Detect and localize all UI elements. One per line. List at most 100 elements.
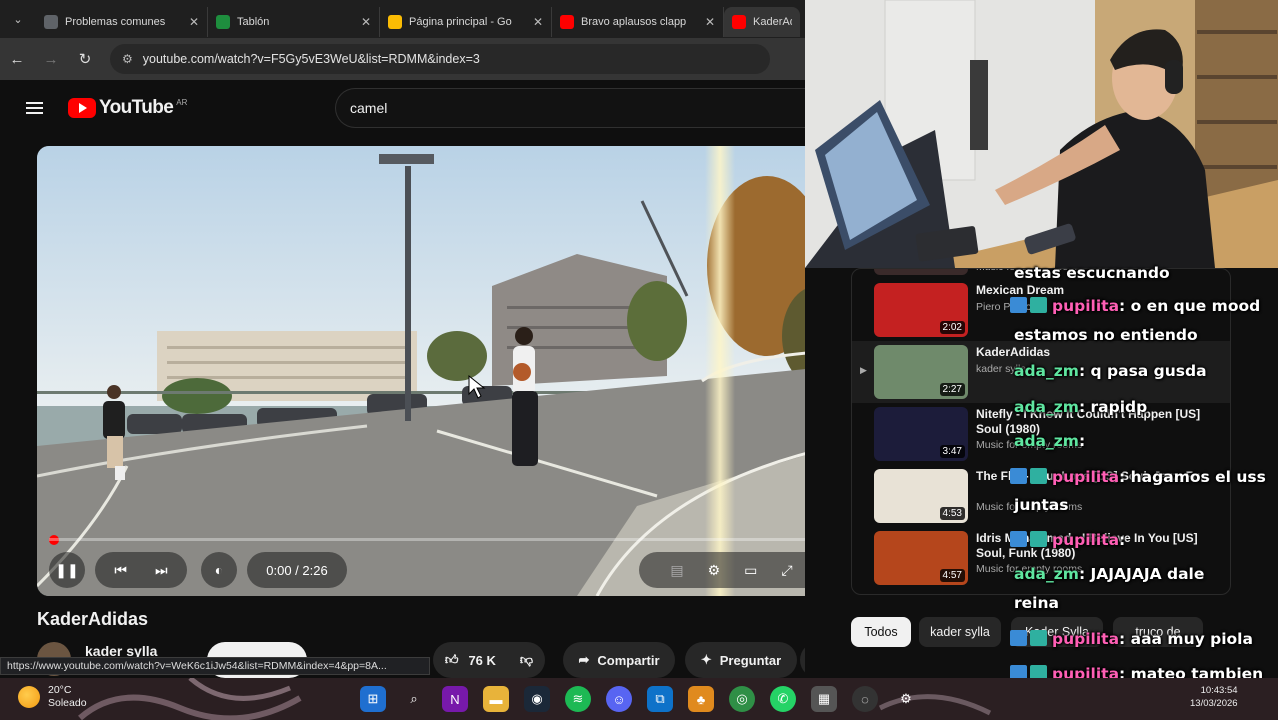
video-player[interactable]: ❚❚ ⏮ ⏭ ◐ 0:00 / 2:26 ▤ ⚙ ▭ ⤢ bbox=[37, 146, 836, 596]
sparkle-icon: ✦ bbox=[700, 652, 712, 667]
obs-icon[interactable]: ▦ bbox=[811, 686, 837, 712]
temperature: 20°C bbox=[48, 684, 72, 696]
favicon-icon bbox=[732, 15, 746, 29]
search-icon[interactable]: ⌕ bbox=[401, 686, 427, 712]
tab-title: Problemas comunes bbox=[65, 16, 166, 28]
steam-icon[interactable]: ◉ bbox=[524, 686, 550, 712]
site-info-icon[interactable]: ⚙ bbox=[122, 52, 133, 66]
browser-tab[interactable]: Página principal - Go ✕ bbox=[380, 7, 552, 37]
address-bar[interactable]: ⚙ youtube.com/watch?v=F5Gy5vE3WeU&list=R… bbox=[110, 44, 770, 74]
whatsapp-icon[interactable]: ✆ bbox=[770, 686, 796, 712]
theater-mode-icon[interactable]: ▭ bbox=[744, 562, 757, 579]
url-text: youtube.com/watch?v=F5Gy5vE3WeU&list=RDM… bbox=[142, 52, 480, 66]
time-display: 0:00 / 2:26 bbox=[247, 552, 347, 588]
file-explorer-icon[interactable]: ▬ bbox=[483, 686, 509, 712]
youtube-logo[interactable]: YouTube AR bbox=[68, 97, 187, 119]
webcam-frame bbox=[805, 0, 1278, 268]
volume-button[interactable]: ◐ bbox=[201, 552, 237, 588]
windows-start-icon[interactable]: ⊞ bbox=[360, 686, 386, 712]
like-count: 76 K bbox=[468, 652, 496, 668]
spotify-icon[interactable]: ≋ bbox=[565, 686, 591, 712]
reload-icon[interactable]: ↻ bbox=[68, 50, 102, 68]
tab-search-icon[interactable]: ⌄ bbox=[0, 0, 36, 38]
back-icon[interactable]: ← bbox=[0, 51, 34, 68]
chat-text: juntas bbox=[1014, 496, 1069, 514]
weather-widget[interactable]: 20°C Soleado bbox=[18, 684, 87, 710]
clock-time: 10:43:54 bbox=[1200, 685, 1238, 696]
volume-icon: ◐ bbox=[214, 562, 224, 578]
chrome-icon[interactable]: ◎ bbox=[729, 686, 755, 712]
share-icon: ➦ bbox=[578, 652, 590, 667]
tab-title: Bravo aplausos clapp bbox=[581, 16, 687, 28]
search-input[interactable]: camel bbox=[335, 88, 805, 128]
system-clock[interactable]: 10:43:54 13/03/2026 bbox=[1190, 684, 1238, 710]
next-icon[interactable]: ⏭ bbox=[155, 562, 168, 579]
onenote-icon[interactable]: N bbox=[442, 686, 468, 712]
settings-gear-icon[interactable]: ⚙ bbox=[893, 686, 919, 712]
playlist-thumbnail: 2:02 bbox=[874, 283, 968, 337]
chat-username: ada_zm bbox=[1014, 565, 1079, 583]
chat-text: reina bbox=[1014, 594, 1059, 612]
chat-badge-icon bbox=[1010, 296, 1048, 314]
time-text: 0:00 / 2:26 bbox=[266, 562, 328, 578]
playlist-thumbnail: 4:53 bbox=[874, 469, 968, 523]
chat-message: juntas bbox=[1010, 496, 1068, 514]
logo-text: YouTube bbox=[99, 97, 174, 118]
filter-chip[interactable]: kader sylla bbox=[919, 617, 1001, 647]
share-label: Compartir bbox=[597, 652, 660, 668]
playlist-thumbnail: 3:47 bbox=[874, 407, 968, 461]
browser-tab[interactable]: Problemas comunes ✕ bbox=[36, 7, 208, 37]
thumbs-down-icon[interactable]: 👎︎ bbox=[520, 652, 533, 668]
forward-icon[interactable]: → bbox=[34, 51, 68, 68]
browser-tab[interactable]: Tablón ✕ bbox=[208, 7, 380, 37]
playlist-thumbnail: 4:57 bbox=[874, 531, 968, 585]
vscode-icon[interactable]: ⧉ bbox=[647, 686, 673, 712]
chat-badge-icon bbox=[1010, 629, 1048, 647]
close-tab-icon[interactable]: ✕ bbox=[361, 15, 371, 29]
chat-username: pupilita bbox=[1052, 297, 1120, 315]
chat-message: ada_zm: rapidp bbox=[1010, 398, 1147, 416]
skip-controls: ⏮ ⏭ bbox=[95, 552, 187, 588]
app-icon[interactable]: ◌ bbox=[852, 686, 878, 712]
wallpaper-strip bbox=[0, 678, 1278, 720]
chat-username: ada_zm bbox=[1014, 398, 1079, 416]
duration-badge: 3:47 bbox=[939, 445, 965, 458]
browser-toolbar: ← → ↻ ⚙ youtube.com/watch?v=F5Gy5vE3WeU&… bbox=[0, 38, 805, 80]
link-status-bar: https://www.youtube.com/watch?v=WeK6c1iJ… bbox=[0, 657, 430, 675]
taskbar: 20°C Soleado ⊞ ⌕ N ▬ ◉ ≋ ☺ ⧉ ♣ ◎ ✆ ▦ ◌ ⚙… bbox=[0, 678, 1278, 720]
fullscreen-icon[interactable]: ⤢ bbox=[781, 562, 792, 579]
chat-text: : JAJAJAJA dale bbox=[1078, 565, 1205, 583]
filter-chip[interactable]: Todos bbox=[851, 617, 911, 647]
settings-icon[interactable]: ⚙ bbox=[708, 562, 721, 579]
close-tab-icon[interactable]: ✕ bbox=[189, 15, 199, 29]
thumbs-up-icon: 👍︎ bbox=[444, 652, 459, 667]
ask-button[interactable]: ✦ Preguntar bbox=[685, 642, 797, 678]
fl-studio-icon[interactable]: ♣ bbox=[688, 686, 714, 712]
previous-icon[interactable]: ⏮ bbox=[114, 562, 127, 579]
pause-icon: ❚❚ bbox=[55, 561, 79, 578]
ask-label: Preguntar bbox=[719, 652, 782, 668]
like-button[interactable]: 👍︎ 76 K 👎︎ bbox=[433, 642, 545, 678]
chat-badge-icon bbox=[1010, 530, 1048, 548]
duration-badge: 4:57 bbox=[939, 569, 965, 582]
share-button[interactable]: ➦ Compartir bbox=[563, 642, 675, 678]
browser-tab[interactable]: KaderAdi bbox=[724, 7, 800, 37]
chat-message: pupilita: o en que mood bbox=[1010, 296, 1260, 315]
region-code: AR bbox=[176, 97, 188, 107]
close-tab-icon[interactable]: ✕ bbox=[533, 15, 543, 29]
close-tab-icon[interactable]: ✕ bbox=[705, 15, 715, 29]
discord-icon[interactable]: ☺ bbox=[606, 686, 632, 712]
pause-button[interactable]: ❚❚ bbox=[49, 552, 85, 588]
browser-tab[interactable]: Bravo aplausos clapp ✕ bbox=[552, 7, 724, 37]
playlist-thumbnail bbox=[874, 269, 968, 275]
progress-bar[interactable] bbox=[49, 538, 824, 541]
stream-chat-overlay: estas escucnando pupilita: o en que mood e… bbox=[1010, 262, 1278, 718]
chat-username: pupilita bbox=[1052, 531, 1120, 549]
chat-message: reina bbox=[1010, 594, 1059, 612]
subtitles-icon[interactable]: ▤ bbox=[670, 562, 683, 579]
video-title: KaderAdidas bbox=[37, 609, 149, 629]
duration-badge: 4:53 bbox=[939, 507, 965, 520]
chat-message: ada_zm: q pasa gusda bbox=[1010, 362, 1207, 380]
chat-message: pupilita: hagamos el uss bbox=[1010, 467, 1266, 486]
menu-icon[interactable] bbox=[0, 99, 68, 117]
